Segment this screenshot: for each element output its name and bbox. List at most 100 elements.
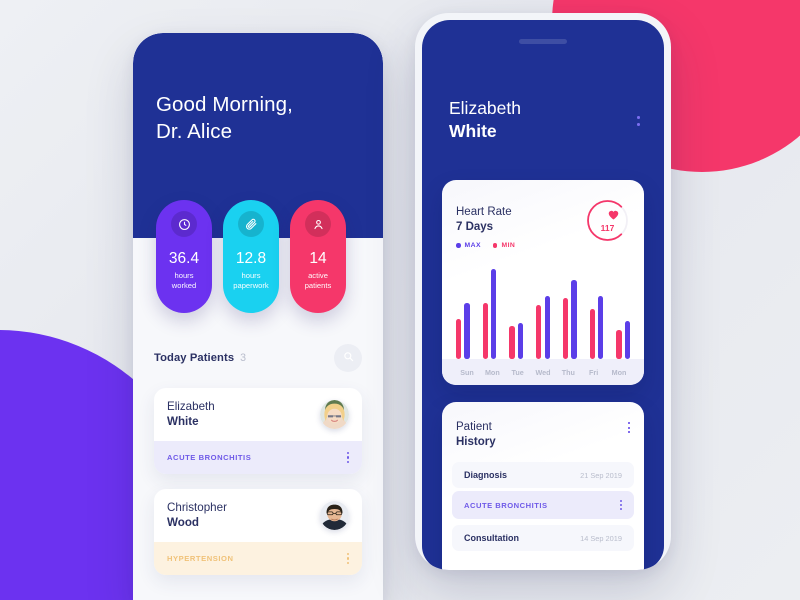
stat-label-hours-worked-2: worked	[171, 280, 197, 290]
bar-max-wed-3	[544, 295, 550, 359]
more-vertical-icon[interactable]	[346, 553, 349, 564]
stat-value-hours-worked: 36.4	[168, 250, 200, 267]
patient-diagnosis-tag[interactable]: HYPERTENSION	[154, 542, 362, 575]
avatar	[320, 400, 349, 429]
chart-legend: MAX MIN	[456, 242, 515, 249]
bar-min-wed-3	[536, 305, 542, 359]
patient-card-header: Elizabeth White	[154, 388, 362, 441]
history-entry-date: 14 Sep 2019	[580, 533, 622, 543]
diagnosis-label: ACUTE BRONCHITIS	[167, 453, 252, 462]
patient-first-name: Elizabeth	[449, 98, 521, 118]
stat-label-active-patients-2: patients	[304, 280, 332, 290]
speaker-bar	[519, 39, 567, 44]
heart-rate-range: 7 Days	[456, 221, 494, 233]
legend-dot-min	[492, 243, 498, 248]
patient-last-name: White	[449, 121, 497, 141]
avatar	[320, 501, 349, 530]
bar-max-thu-4	[571, 280, 577, 359]
history-entry-label: Consultation	[464, 533, 519, 543]
search-icon	[343, 349, 354, 367]
patient-count-badge: 3	[240, 352, 247, 364]
more-vertical-icon[interactable]	[346, 452, 349, 463]
clock-icon	[171, 211, 197, 237]
bar-group	[616, 263, 630, 359]
legend-item-max: MAX	[456, 242, 481, 249]
chart-x-axis: Sun Mon Tue Wed Thu Fri Mon	[442, 359, 644, 385]
stat-label-paperwork-2: paperwork	[233, 280, 269, 290]
bar-min-mon-6	[616, 330, 622, 359]
history-title-line-2: History	[456, 436, 496, 448]
greeting-line-2: Dr. Alice	[156, 120, 233, 143]
bar-group	[456, 263, 470, 359]
axis-label-1: Mon	[484, 367, 500, 377]
patient-first-name: Elizabeth	[167, 400, 215, 413]
history-diagnosis-tag[interactable]: ACUTE BRONCHITIS	[452, 491, 634, 519]
search-button[interactable]	[334, 344, 362, 372]
axis-label-2: Tue	[511, 367, 524, 377]
heart-rate-title: Heart Rate 7 Days	[456, 205, 512, 235]
greeting-text: Good Morning, Dr. Alice	[156, 91, 293, 145]
stat-label-paperwork-1: hours	[241, 271, 261, 280]
bar-min-thu-4	[562, 297, 569, 359]
history-entry-list: Diagnosis 21 Sep 2019 ACUTE BRONCHITIS C…	[452, 462, 634, 557]
stat-pill-hours-paperwork[interactable]: 12.8 hours paperwork	[223, 200, 279, 313]
patient-diagnosis-tag[interactable]: ACUTE BRONCHITIS	[154, 441, 362, 474]
bar-max-mon-6	[624, 320, 630, 359]
page-title: Elizabeth White	[449, 97, 521, 143]
background-decorations	[0, 0, 800, 600]
bar-group	[562, 263, 577, 359]
legend-label-max: MAX	[464, 242, 481, 249]
more-vertical-icon[interactable]	[627, 422, 630, 434]
bar-group	[536, 263, 550, 359]
heart-rate-bar-chart	[442, 263, 644, 359]
phone-mockup-dashboard: Good Morning, Dr. Alice 36.4 hours worke…	[133, 33, 383, 600]
bar-min-sun-0	[456, 318, 462, 359]
patient-last-name: White	[167, 414, 199, 428]
bar-max-tue-2	[517, 322, 524, 359]
patient-first-name: Christopher	[167, 501, 227, 514]
person-icon	[305, 211, 331, 237]
history-entry[interactable]: Diagnosis 21 Sep 2019 ACUTE BRONCHITIS	[452, 462, 634, 519]
heart-rate-card: Heart Rate 7 Days MAX MIN 117 Sun Mon Tu…	[442, 180, 644, 385]
bar-group	[509, 263, 524, 359]
patient-last-name: Wood	[167, 515, 199, 529]
gauge-ring	[587, 200, 628, 241]
patient-history-card: Patient History Diagnosis 21 Sep 2019 AC…	[442, 402, 644, 570]
legend-dot-max	[456, 243, 461, 248]
diagnosis-label: ACUTE BRONCHITIS	[464, 500, 548, 510]
history-entry[interactable]: Consultation 14 Sep 2019	[452, 525, 634, 551]
legend-item-min: MIN	[492, 242, 516, 249]
axis-label-5: Fri	[589, 367, 599, 377]
section-title: Today Patients	[154, 352, 235, 364]
stat-pill-hours-worked[interactable]: 36.4 hours worked	[156, 200, 212, 313]
axis-label-4: Thu	[561, 367, 575, 377]
stat-label-active-patients-1: active	[308, 271, 328, 280]
history-entry-header: Diagnosis 21 Sep 2019	[452, 462, 634, 488]
bar-min-fri-5	[589, 309, 595, 359]
stat-pill-group: 36.4 hours worked 12.8 hours paperwork 1…	[156, 200, 346, 313]
heart-rate-title-text: Heart Rate	[456, 206, 512, 218]
more-vertical-icon[interactable]	[637, 116, 640, 126]
history-entry-label: Diagnosis	[464, 470, 508, 480]
axis-label-6: Mon	[611, 367, 627, 377]
patient-detail-screen: Elizabeth White Heart Rate 7 Days MAX MI…	[422, 20, 664, 570]
patient-card[interactable]: Christopher Wood HYPERTENSION	[154, 489, 362, 575]
paperclip-icon	[238, 211, 264, 237]
heart-rate-gauge: 117	[585, 198, 630, 243]
bar-group	[589, 263, 604, 359]
axis-label-3: Wed	[535, 367, 551, 377]
greeting-line-1: Good Morning,	[156, 93, 293, 116]
heart-rate-value: 117	[600, 223, 615, 233]
more-vertical-icon[interactable]	[619, 499, 622, 511]
patient-card-header: Christopher Wood	[154, 489, 362, 542]
history-entry-date: 21 Sep 2019	[580, 470, 622, 480]
stat-value-paperwork: 12.8	[235, 250, 267, 267]
history-title: Patient History	[456, 420, 496, 450]
bar-max-mon-1	[491, 268, 497, 359]
patient-card[interactable]: Elizabeth White ACUTE BRONCHITIS	[154, 388, 362, 474]
stat-value-active-patients: 14	[309, 250, 327, 267]
stat-pill-active-patients[interactable]: 14 active patients	[290, 200, 346, 313]
bar-max-fri-5	[598, 295, 604, 359]
bar-max-sun-0	[464, 303, 470, 359]
legend-label-min: MIN	[501, 242, 516, 249]
